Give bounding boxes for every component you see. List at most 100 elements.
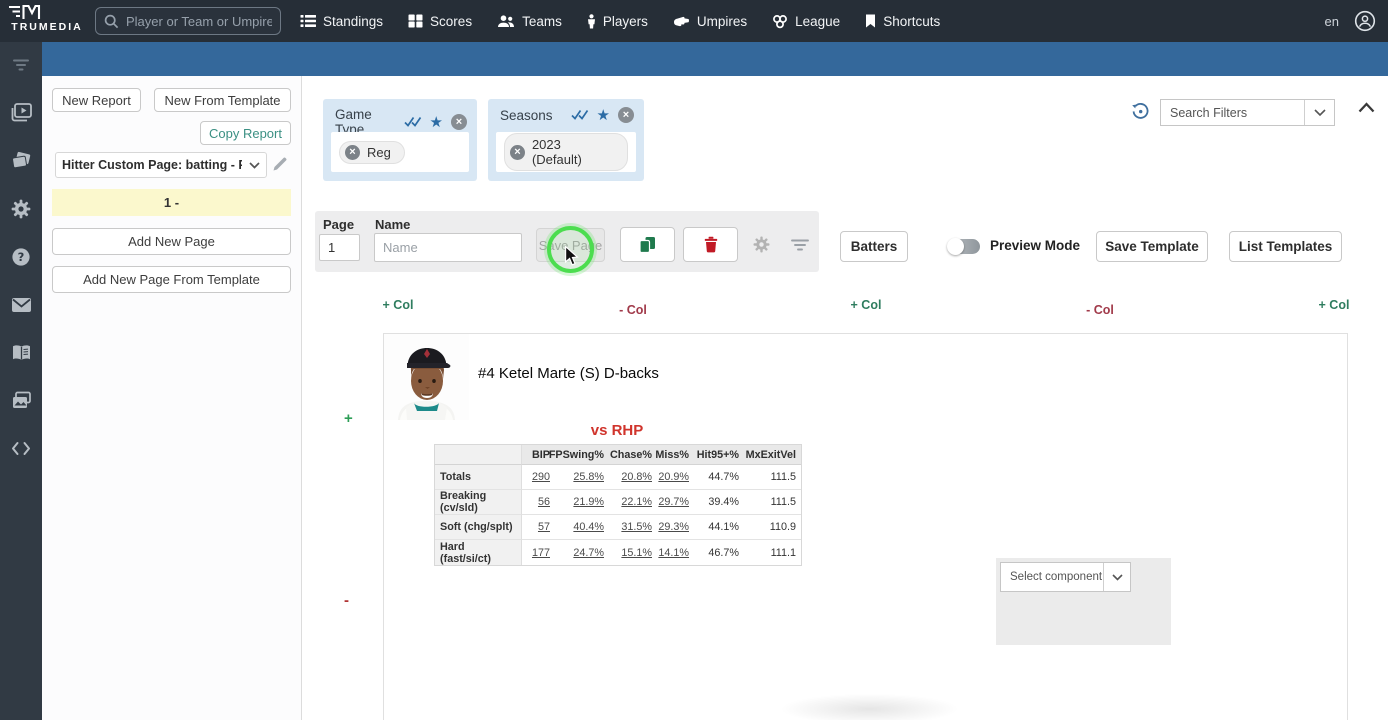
- chip-close-icon[interactable]: ×: [345, 144, 360, 160]
- nav-umpires[interactable]: Umpires: [673, 14, 747, 29]
- add-column-button[interactable]: + Col: [368, 298, 428, 312]
- filter-chip[interactable]: × 2023 (Default): [504, 133, 628, 171]
- split-stats-table: BIP FPSwing% Chase% Miss% Hit95+% MxExit…: [434, 444, 802, 566]
- stat-cell: 111.5: [744, 465, 801, 490]
- help-icon: ?: [12, 247, 30, 266]
- favorite-star-icon[interactable]: ★: [597, 107, 610, 123]
- nav-menu: Standings Scores Teams Players Umpires L…: [300, 0, 940, 42]
- sidebar-settings[interactable]: [11, 198, 31, 219]
- page-label: Page: [323, 217, 355, 232]
- person-icon: [587, 13, 595, 28]
- stat-cell: 14.1%: [657, 540, 694, 565]
- select-all-icon[interactable]: [403, 116, 422, 128]
- search-filters-select[interactable]: Search Filters: [1160, 99, 1335, 126]
- brand-logo[interactable]: TRUMEDIA: [6, 2, 88, 33]
- chevron-down-icon: [1304, 100, 1334, 125]
- filter-card-seasons: Seasons ★ × × 2023 (Default): [488, 99, 644, 181]
- nav-league[interactable]: League: [772, 14, 840, 29]
- column-header[interactable]: Hit95+%: [694, 445, 744, 465]
- stat-cell: 40.4%: [555, 515, 609, 540]
- preview-mode-toggle[interactable]: [947, 238, 980, 255]
- stat-cell: 110.9: [744, 515, 801, 540]
- column-header[interactable]: Chase%: [609, 445, 657, 465]
- sidebar-help[interactable]: ?: [11, 246, 31, 267]
- page-list-item-1[interactable]: 1 -: [52, 189, 291, 216]
- language-selector[interactable]: en: [1325, 14, 1339, 29]
- sidebar-glossary[interactable]: [11, 342, 32, 363]
- edit-pencil-icon[interactable]: [272, 156, 288, 172]
- page-name-input[interactable]: [374, 233, 522, 262]
- add-column-button[interactable]: + Col: [1304, 298, 1364, 312]
- stat-cell: 20.8%: [609, 465, 657, 490]
- accent-bar: [42, 42, 1388, 76]
- nav-label: Umpires: [696, 13, 748, 29]
- list-templates-button[interactable]: List Templates: [1229, 231, 1342, 262]
- nav-shortcuts[interactable]: Shortcuts: [865, 14, 940, 29]
- report-select[interactable]: Hitter Custom Page: batting - P...: [55, 152, 267, 178]
- collapse-chevron-up-icon[interactable]: [1358, 102, 1375, 113]
- search-input[interactable]: [126, 13, 272, 29]
- row-label: Hard (fast/si/ct): [435, 540, 522, 565]
- nav-teams[interactable]: Teams: [497, 14, 562, 29]
- nav-players[interactable]: Players: [587, 14, 648, 29]
- favorite-star-icon[interactable]: ★: [430, 114, 443, 130]
- add-column-button[interactable]: + Col: [836, 298, 896, 312]
- new-report-button[interactable]: New Report: [52, 88, 141, 112]
- svg-text:?: ?: [18, 250, 25, 264]
- add-new-page-from-template-button[interactable]: Add New Page From Template: [52, 266, 291, 293]
- search-filters-value: Search Filters: [1170, 105, 1248, 120]
- copy-page-button[interactable]: [620, 227, 675, 262]
- remove-column-button[interactable]: - Col: [603, 303, 663, 317]
- filter-history-icon[interactable]: [1131, 102, 1150, 121]
- select-all-icon[interactable]: [570, 109, 589, 121]
- chip-label: 2023 (Default): [531, 137, 582, 167]
- filter-chip[interactable]: × Reg: [339, 140, 405, 164]
- sidebar-filter-lines[interactable]: [11, 54, 31, 75]
- stat-cell: 177: [522, 540, 555, 565]
- component-slot: Select component: [996, 558, 1171, 645]
- brand-name: TRUMEDIA: [11, 21, 83, 33]
- copy-report-button[interactable]: Copy Report: [200, 121, 291, 145]
- remove-column-button[interactable]: - Col: [1070, 303, 1130, 317]
- page-filter-icon[interactable]: [791, 239, 809, 251]
- column-header[interactable]: Miss%: [655, 445, 694, 465]
- delete-page-button[interactable]: [683, 227, 738, 262]
- hand-icon: [673, 16, 689, 26]
- sidebar-flashcards[interactable]: [11, 150, 32, 171]
- trash-icon: [704, 236, 717, 253]
- add-row-button[interactable]: +: [344, 410, 353, 427]
- nav-scores[interactable]: Scores: [408, 14, 472, 29]
- sidebar-mail[interactable]: [11, 294, 32, 315]
- global-search[interactable]: [95, 7, 281, 35]
- stat-cell: 44.1%: [694, 515, 744, 540]
- list-icon: [300, 15, 316, 27]
- page-settings-gear-icon[interactable]: [753, 236, 770, 253]
- gear-icon: [11, 199, 31, 218]
- remove-row-button[interactable]: -: [344, 592, 349, 609]
- nav-standings[interactable]: Standings: [300, 14, 383, 29]
- batters-button[interactable]: Batters: [840, 231, 908, 262]
- column-header[interactable]: MxExitVel: [744, 445, 801, 465]
- remove-filter-icon[interactable]: ×: [618, 107, 634, 123]
- filter-card-values: × 2023 (Default): [496, 132, 636, 172]
- remove-filter-icon[interactable]: ×: [451, 114, 467, 130]
- chip-label: Reg: [367, 144, 391, 160]
- column-header[interactable]: FPSwing%: [549, 445, 609, 465]
- row-label: Totals: [435, 465, 522, 490]
- chip-close-icon[interactable]: ×: [510, 144, 525, 160]
- add-new-page-button[interactable]: Add New Page: [52, 228, 291, 255]
- sidebar-image-stack[interactable]: [11, 390, 32, 411]
- rings-icon: [773, 14, 788, 28]
- sidebar-developer[interactable]: [11, 438, 31, 459]
- mail-icon: [11, 297, 31, 312]
- stat-cell: 57: [522, 515, 555, 540]
- account-icon[interactable]: [1354, 10, 1376, 32]
- save-template-button[interactable]: Save Template: [1096, 231, 1208, 262]
- save-page-button[interactable]: Save Page: [536, 228, 605, 262]
- code-icon: [12, 442, 30, 455]
- stat-cell: 29.3%: [657, 515, 694, 540]
- sidebar-video-library[interactable]: [11, 102, 32, 123]
- new-from-template-button[interactable]: New From Template: [154, 88, 291, 112]
- select-component-dropdown[interactable]: Select component: [1000, 562, 1131, 592]
- page-number-input[interactable]: [319, 234, 360, 261]
